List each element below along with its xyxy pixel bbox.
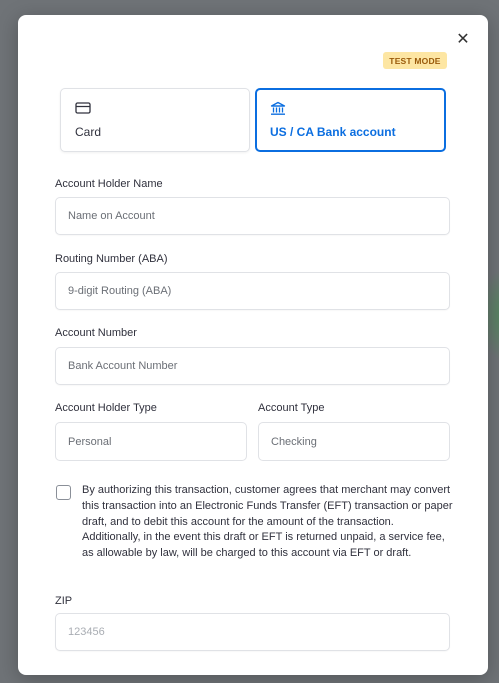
account-number-input[interactable]	[55, 347, 450, 385]
tab-bank-account-label: US / CA Bank account	[270, 125, 396, 139]
tab-bank-account[interactable]: US / CA Bank account	[255, 88, 446, 152]
authorization-text: By authorizing this transaction, custome…	[82, 484, 453, 560]
test-mode-badge: TEST MODE	[383, 52, 447, 69]
tab-card-label: Card	[75, 125, 102, 139]
account-type-label: Account Type	[258, 402, 325, 414]
account-number-label: Account Number	[55, 327, 137, 339]
account-holder-type-value: Personal	[68, 435, 112, 448]
authorization-checkbox[interactable]	[56, 485, 71, 500]
account-type-value: Checking	[271, 435, 317, 448]
routing-number-input[interactable]	[55, 272, 450, 310]
account-holder-name-input[interactable]	[55, 197, 450, 235]
account-holder-type-label: Account Holder Type	[55, 402, 157, 414]
bank-icon	[270, 101, 431, 117]
card-icon	[75, 101, 235, 117]
tab-card[interactable]: Card	[60, 88, 250, 152]
account-holder-type-select[interactable]: Personal	[55, 422, 247, 461]
payment-modal: ✕ TEST MODE Card US / CA Bank account Ac…	[18, 15, 488, 675]
account-holder-name-label: Account Holder Name	[55, 178, 163, 190]
zip-input[interactable]	[55, 613, 450, 651]
close-icon[interactable]: ✕	[455, 31, 471, 47]
routing-number-label: Routing Number (ABA)	[55, 253, 168, 265]
zip-label: ZIP	[55, 595, 73, 607]
account-type-select[interactable]: Checking	[258, 422, 450, 461]
